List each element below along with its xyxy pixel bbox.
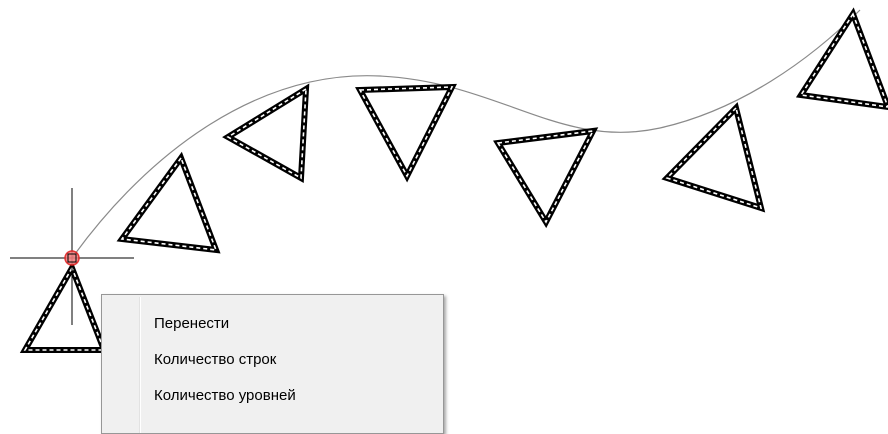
menu-item-level-count[interactable]: Количество уровней <box>104 381 441 411</box>
path-array-triangle-3[interactable] <box>222 83 310 183</box>
path-array-triangle-4[interactable] <box>355 83 457 183</box>
path-array-triangle-7[interactable] <box>795 7 888 111</box>
menu-item-move[interactable]: Перенести <box>104 309 441 339</box>
context-menu: Перенести Количество строк Количество ур… <box>101 294 444 434</box>
path-array-triangle-2[interactable] <box>116 151 221 254</box>
base-point-grip-icon[interactable] <box>64 250 80 266</box>
menu-item-row-count[interactable]: Количество строк <box>104 345 441 375</box>
path-array-triangle-5[interactable] <box>493 127 599 229</box>
path-array-triangle-1[interactable] <box>19 261 109 353</box>
